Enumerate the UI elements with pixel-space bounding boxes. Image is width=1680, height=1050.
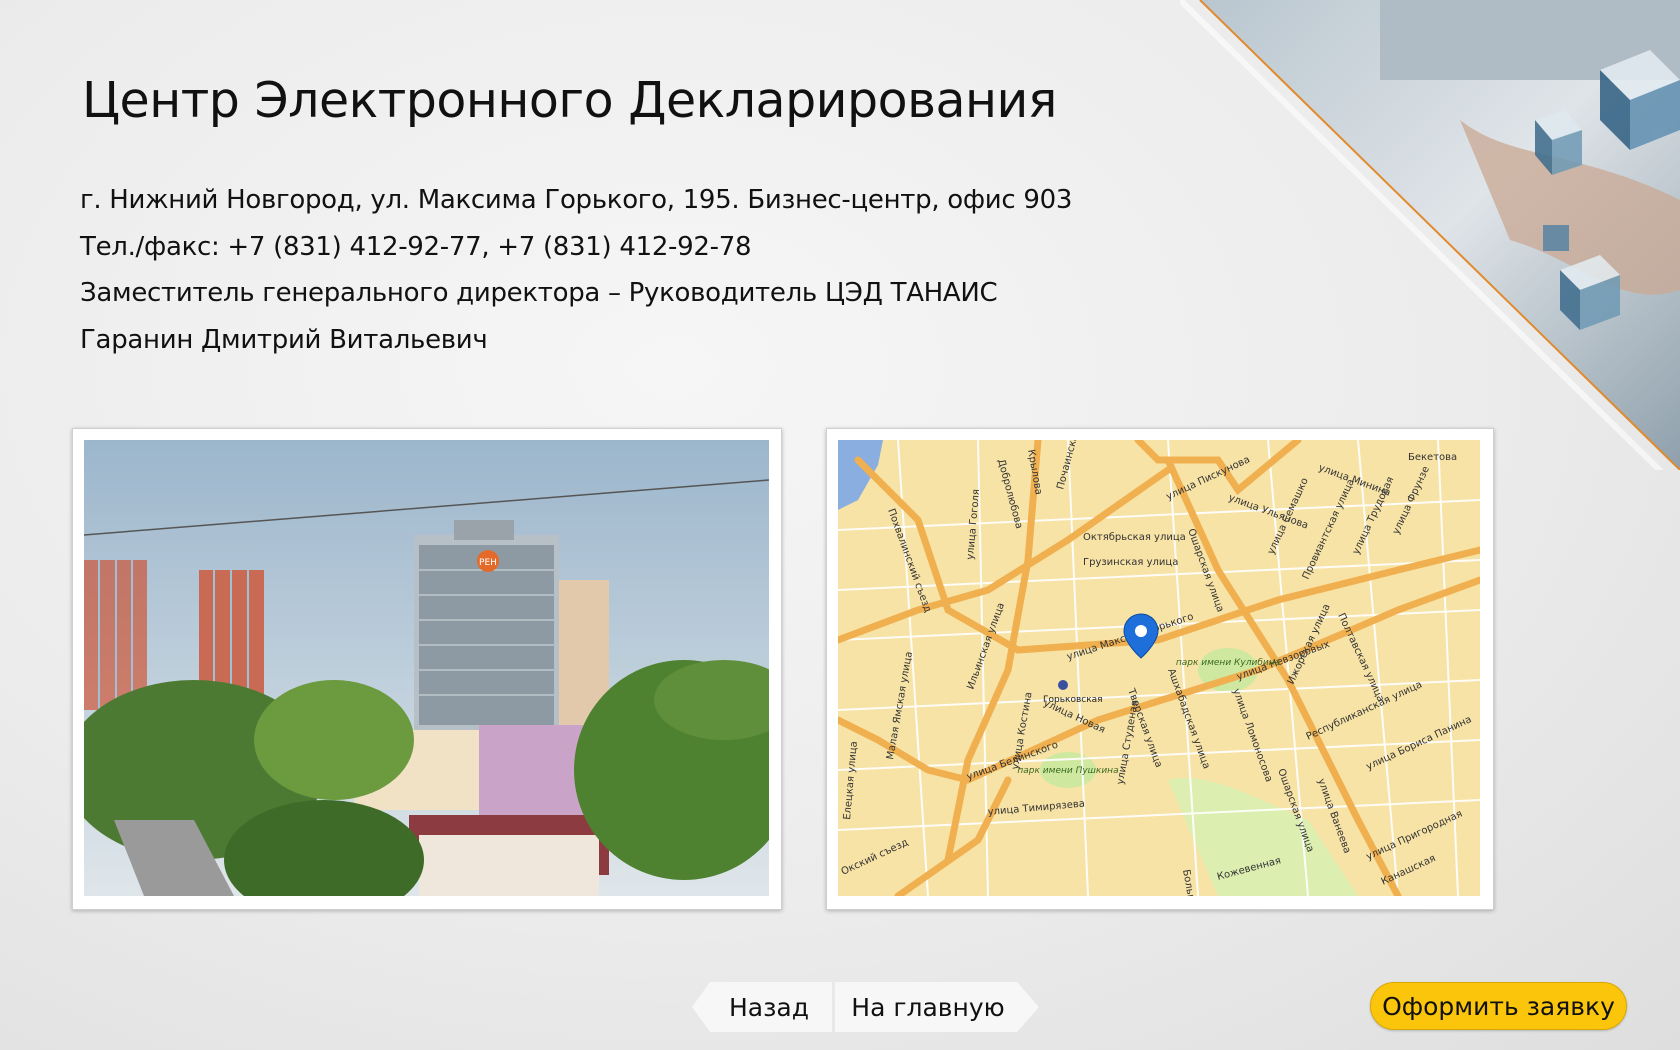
contact-info: г. Нижний Новгород, ул. Максима Горького…: [80, 180, 1072, 366]
map-street-label: Октябрьская улица: [1083, 532, 1186, 543]
location-map-frame: улица Максима Горького улица Пискунова у…: [826, 428, 1494, 910]
back-button[interactable]: Назад: [692, 982, 832, 1032]
metro-icon: [1058, 680, 1068, 690]
phone-text: Тел./факс: +7 (831) 412-92-77, +7 (831) …: [80, 231, 752, 262]
apply-button[interactable]: Оформить заявку: [1370, 982, 1627, 1030]
address-text: г. Нижний Новгород, ул. Максима Горького…: [80, 185, 1073, 215]
metro-label: Горьковская: [1043, 695, 1103, 705]
building-photo: РЕН: [84, 440, 769, 896]
park-kulibina-label: парк имени Кулибина: [1176, 658, 1280, 668]
map-street-label: Грузинская улица: [1083, 557, 1178, 568]
map-street-label: Бекетова: [1408, 452, 1457, 463]
home-button[interactable]: На главную: [835, 982, 1039, 1032]
page-title: Центр Электронного Декларирования: [82, 72, 1057, 129]
building-photo-frame: РЕН: [72, 428, 782, 910]
park-pushkina-label: парк имени Пушкина: [1017, 766, 1118, 776]
person-name: Гаранин Дмитрий Витальевич: [80, 324, 488, 355]
location-map[interactable]: улица Максима Горького улица Пискунова у…: [838, 440, 1480, 896]
corner-decoration: [1180, 0, 1680, 470]
position-text: Заместитель генерального директора – Рук…: [80, 278, 998, 308]
building-sign: РЕН: [479, 558, 497, 568]
